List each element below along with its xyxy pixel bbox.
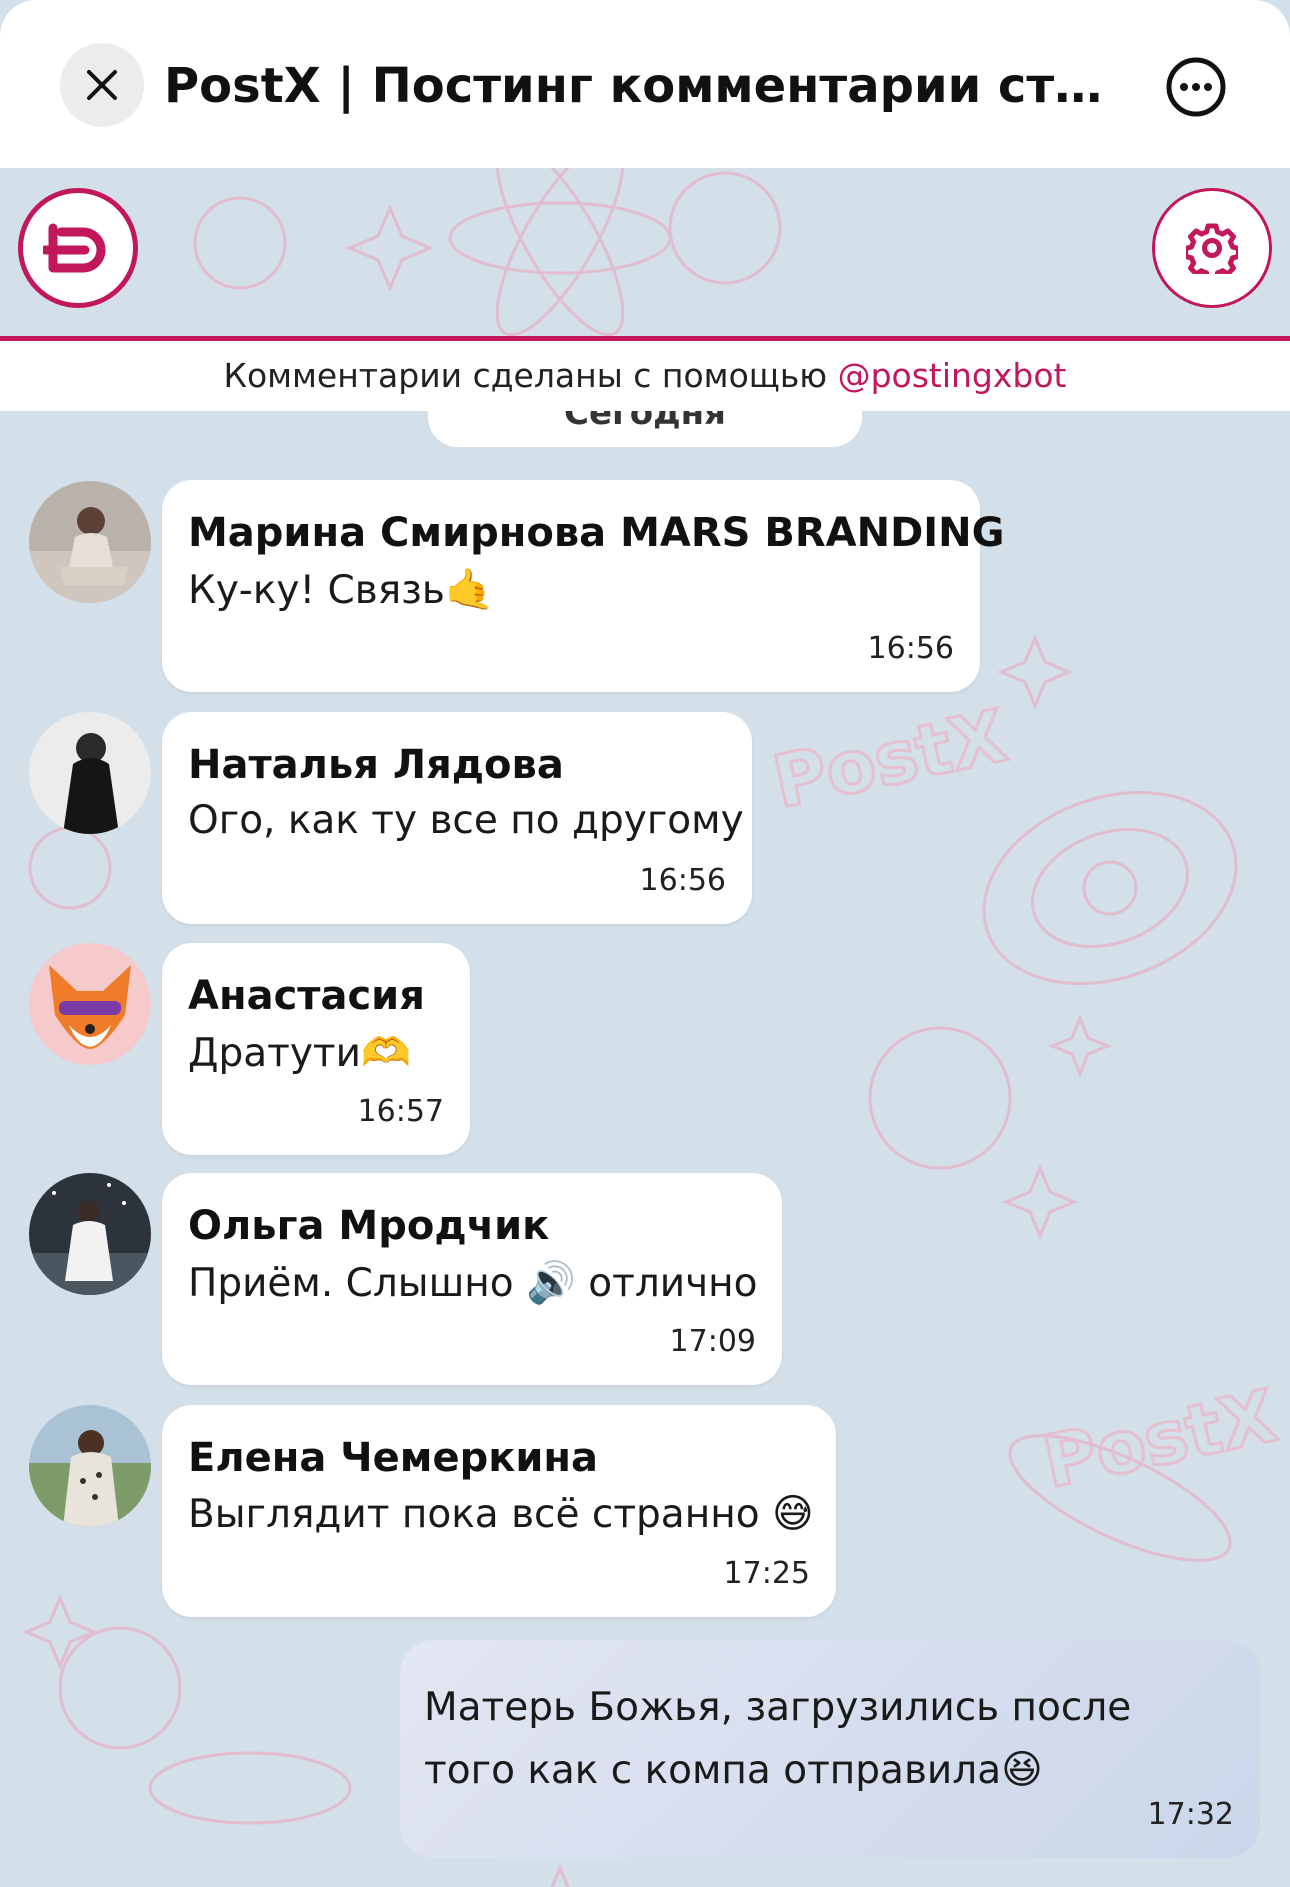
message-sender: Марина Смирнова MARS BRANDING [188,510,1005,556]
emoji: 😅 [771,1491,814,1537]
own-message-bubble[interactable]: Матерь Божья, загрузились после того как… [400,1640,1260,1858]
message-time: 16:57 [357,1094,444,1129]
avatar[interactable] [29,481,151,603]
emoji: 🤙 [444,567,495,613]
emoji: 🫶 [361,1030,411,1076]
message-time: 17:25 [723,1556,810,1591]
chat-area[interactable]: PostX PostX Комментарии сделаны с помощь… [0,168,1290,1887]
message-sender: Елена Чемеркина [188,1435,599,1481]
window-title: PostX | Постинг комментарии стати... [164,58,1104,114]
credit-bar: Комментарии сделаны с помощью @postingxb… [0,341,1290,411]
app-window: PostX | Постинг комментарии стати... Pos… [0,0,1290,1887]
message-text: Ого, как ту все по другому [188,798,744,843]
own-message-time: 17:32 [1147,1797,1234,1832]
svg-text:PostX: PostX [1036,1374,1283,1505]
date-label: Сегодня [564,411,726,433]
message-bubble[interactable]: Наталья Лядова Ого, как ту все по другом… [162,712,752,924]
message-bubble[interactable]: Марина Смирнова MARS BRANDING Ку-ку! Свя… [162,480,1004,692]
emoji: 😆 [1001,1747,1043,1793]
gear-icon [1186,223,1238,274]
message-bubble[interactable]: Елена Чемеркина Выглядит пока всё странн… [162,1405,836,1617]
avatar[interactable] [29,712,151,834]
message-sender: Ольга Мродчик [188,1203,550,1249]
bot-link[interactable]: @postingxbot [838,356,1067,395]
avatar[interactable] [29,1405,151,1527]
message-time: 16:56 [639,863,726,898]
title-bar: PostX | Постинг комментарии стати... [0,0,1290,168]
message-time: 17:09 [669,1324,756,1359]
close-button[interactable] [60,43,144,127]
own-message-text: Матерь Божья, загрузились после того как… [424,1685,1132,1793]
avatar[interactable] [29,943,151,1065]
message-text: Приём. Слышно 🔊 отлично [188,1260,758,1306]
postx-logo-button[interactable] [18,188,138,308]
message-sender: Анастасия [188,973,425,1019]
message-text: Ку-ку! Связь🤙 [188,567,495,613]
emoji: 🔊 [526,1260,576,1306]
message-bubble[interactable]: Ольга Мродчик Приём. Слышно 🔊 отлично 17… [162,1173,782,1385]
close-icon [87,70,117,100]
message-text: Выглядит пока всё странно 😅 [188,1491,814,1537]
date-separator: Сегодня [428,411,862,447]
message-sender: Наталья Лядова [188,742,564,788]
credit-text: Комментарии сделаны с помощью [223,356,838,395]
message-text: Дратути🫶 [188,1030,411,1076]
more-icon [1166,57,1226,117]
avatar[interactable] [29,1173,151,1295]
more-button[interactable] [1163,54,1229,120]
message-bubble[interactable]: Анастасия Дратути🫶 16:57 [162,943,470,1155]
settings-button[interactable] [1152,188,1272,308]
postx-logo-icon [43,223,106,273]
svg-text:PostX: PostX [766,694,1013,825]
message-time: 16:56 [867,631,954,666]
